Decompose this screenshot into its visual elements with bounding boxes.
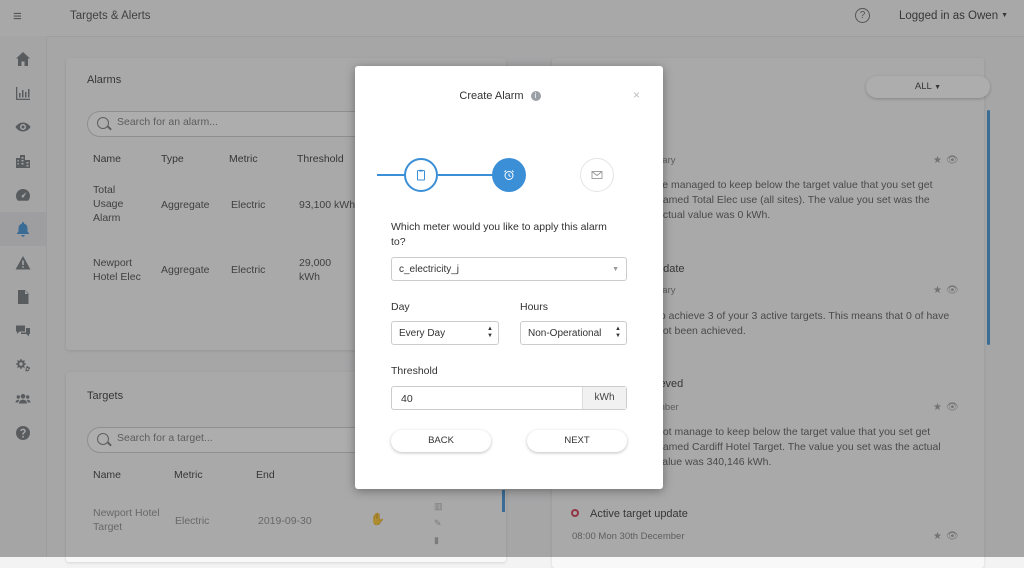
chevron-down-icon: ▼ [612,266,619,273]
meter-select[interactable]: c_electricity_j ▼ [391,257,627,281]
threshold-input[interactable]: 40 kWh [391,386,627,410]
updown-arrows-icon: ▲ ▼ [615,326,621,339]
modal-title: Create Alarm i [355,90,645,102]
step-2[interactable] [492,158,526,192]
threshold-value[interactable]: 40 [401,387,413,411]
back-button[interactable]: BACK [391,430,491,452]
hours-label: Hours [520,301,549,313]
alarm-clock-icon [504,170,514,180]
day-select[interactable]: Every Day ▲ ▼ [391,321,499,345]
day-label: Day [391,301,410,313]
create-alarm-modal: Create Alarm i × Which meter would you li… [355,66,663,489]
envelope-icon [591,171,603,179]
modal-title-text: Create Alarm [459,90,524,102]
threshold-label: Threshold [391,365,438,377]
meter-select-value: c_electricity_j [399,264,460,275]
step-connector [438,174,498,176]
close-icon[interactable]: × [633,88,640,102]
next-button[interactable]: NEXT [527,430,627,452]
hours-select[interactable]: Non-Operational ▲ ▼ [520,321,627,345]
hours-select-value: Non-Operational [528,328,602,339]
meter-question: Which meter would you like to apply this… [391,221,607,248]
day-select-value: Every Day [399,328,446,339]
step-3[interactable] [580,158,614,192]
threshold-unit: kWh [582,387,626,409]
info-icon[interactable]: i [530,91,541,102]
step-1[interactable] [404,158,438,192]
clipboard-icon [417,169,425,181]
updown-arrows-icon: ▲ ▼ [487,326,493,339]
